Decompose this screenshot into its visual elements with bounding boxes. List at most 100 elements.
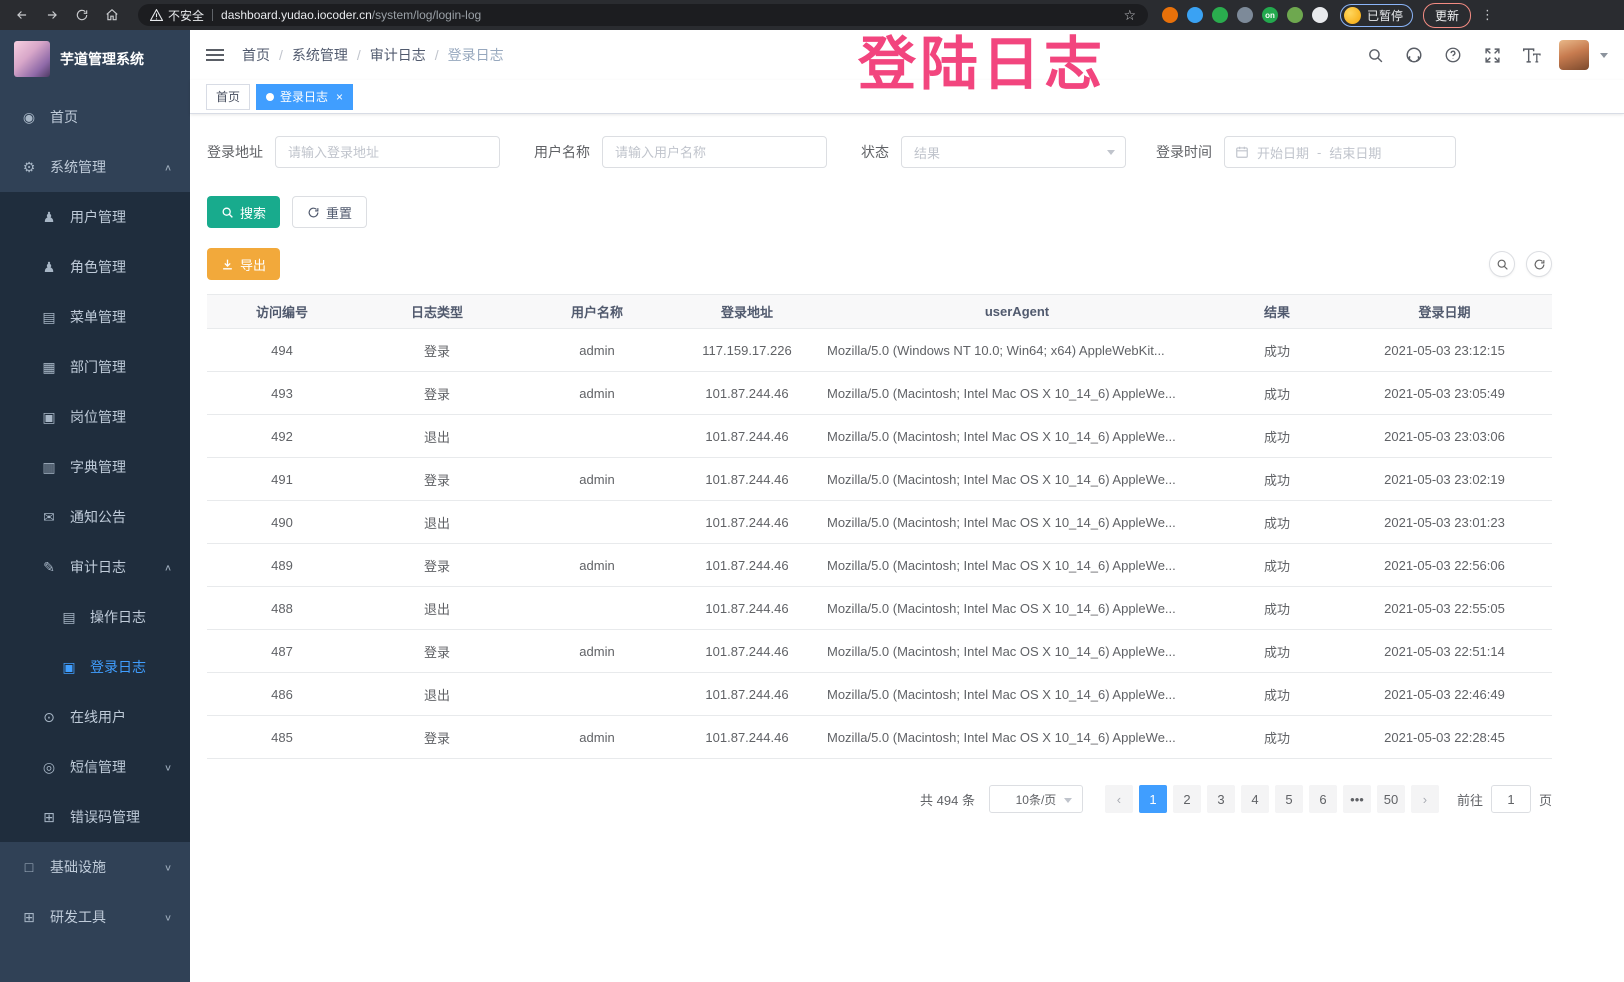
app-logo-row[interactable]: 芋道管理系统 <box>0 30 190 88</box>
table-cell <box>517 501 677 544</box>
table-cell: 成功 <box>1217 458 1337 501</box>
forward-icon[interactable] <box>40 3 64 27</box>
table-cell: 101.87.244.46 <box>677 587 817 630</box>
page-number-button[interactable]: 1 <box>1139 785 1167 813</box>
sidebar-item[interactable]: ◉ 首页 <box>0 92 190 142</box>
extension-icon[interactable] <box>1162 7 1178 23</box>
page-number-button[interactable]: ••• <box>1343 785 1371 813</box>
sidebar-item[interactable]: ✉ 通知公告 <box>0 492 190 542</box>
bookmark-star-icon[interactable]: ☆ <box>1123 7 1136 24</box>
chevron-icon: ∧ <box>164 162 172 172</box>
tab[interactable]: 登录日志 × <box>256 84 353 110</box>
search-toggle-button[interactable] <box>1489 251 1515 277</box>
extension-icon[interactable] <box>1312 7 1328 23</box>
browser-menu-dots-icon[interactable]: ⋮ <box>1481 7 1494 23</box>
search-icon[interactable] <box>1364 44 1386 66</box>
menu-item-icon: ▥ <box>40 459 58 476</box>
help-icon[interactable] <box>1442 44 1464 66</box>
sidebar-item[interactable]: ⚙ 系统管理 ∧ <box>0 142 190 192</box>
sidebar-item[interactable]: ▥ 字典管理 <box>0 442 190 492</box>
sidebar-item[interactable]: ⊞ 错误码管理 <box>0 792 190 842</box>
back-icon[interactable] <box>10 3 34 27</box>
chevron-icon: ∧ <box>164 562 172 572</box>
sidebar-item[interactable]: ▣ 登录日志 <box>0 642 190 692</box>
security-label: 不安全 <box>168 7 204 24</box>
table-cell: admin <box>517 716 677 759</box>
security-warning[interactable]: 不安全 <box>150 7 204 24</box>
goto-page-input[interactable] <box>1491 785 1531 813</box>
next-page-button[interactable]: › <box>1411 785 1439 813</box>
login-time-label: 登录时间 <box>1156 142 1212 162</box>
font-size-icon[interactable] <box>1520 44 1542 66</box>
search-button[interactable]: 搜索 <box>207 196 280 228</box>
extension-icon[interactable] <box>1237 7 1253 23</box>
table-header-row: 访问编号日志类型用户名称登录地址userAgent结果登录日期 <box>207 295 1552 329</box>
refresh-button[interactable] <box>1526 251 1552 277</box>
table-row: 493登录admin101.87.244.46Mozilla/5.0 (Maci… <box>207 372 1552 415</box>
extension-icon[interactable]: on <box>1262 7 1278 23</box>
home-icon[interactable] <box>100 3 124 27</box>
table-cell: 成功 <box>1217 587 1337 630</box>
sidebar-item[interactable]: ▣ 岗位管理 <box>0 392 190 442</box>
sidebar-item[interactable]: ▦ 部门管理 <box>0 342 190 392</box>
github-icon[interactable] <box>1403 44 1425 66</box>
table-row: 486退出101.87.244.46Mozilla/5.0 (Macintosh… <box>207 673 1552 716</box>
table-body: 494登录admin117.159.17.226Mozilla/5.0 (Win… <box>207 329 1552 759</box>
table-row: 488退出101.87.244.46Mozilla/5.0 (Macintosh… <box>207 587 1552 630</box>
fullscreen-icon[interactable] <box>1481 44 1503 66</box>
browser-update-button[interactable]: 更新 <box>1423 3 1471 28</box>
sidebar-item[interactable]: ♟ 用户管理 <box>0 192 190 242</box>
table-cell: 成功 <box>1217 544 1337 587</box>
menu-item-label: 系统管理 <box>50 157 106 177</box>
extension-icon[interactable] <box>1287 7 1303 23</box>
sidebar-item[interactable]: ✎ 审计日志 ∧ <box>0 542 190 592</box>
page-number-button[interactable]: 4 <box>1241 785 1269 813</box>
reload-icon[interactable] <box>70 3 94 27</box>
address-bar[interactable]: 不安全 dashboard.yudao.iocoder.cn/system/lo… <box>138 4 1148 26</box>
extension-icon[interactable] <box>1187 7 1203 23</box>
user-avatar[interactable] <box>1559 40 1589 70</box>
sidebar-item[interactable]: □ 基础设施 ∨ <box>0 842 190 892</box>
table-cell: 492 <box>207 415 357 458</box>
page-number-button[interactable]: 3 <box>1207 785 1235 813</box>
reset-button[interactable]: 重置 <box>292 196 367 228</box>
prev-page-button[interactable]: ‹ <box>1105 785 1133 813</box>
hamburger-icon[interactable] <box>206 49 224 61</box>
breadcrumb-item[interactable]: 首页 <box>242 45 270 65</box>
menu-item-label: 部门管理 <box>70 357 126 377</box>
table-cell: 成功 <box>1217 372 1337 415</box>
page-number-button[interactable]: 6 <box>1309 785 1337 813</box>
sidebar-item[interactable]: ♟ 角色管理 <box>0 242 190 292</box>
sidebar-item[interactable]: ⊙ 在线用户 <box>0 692 190 742</box>
date-range-picker[interactable]: 开始日期 - 结束日期 <box>1224 136 1456 168</box>
table-cell: 登录 <box>357 716 517 759</box>
table-row: 494登录admin117.159.17.226Mozilla/5.0 (Win… <box>207 329 1552 372</box>
table-row: 490退出101.87.244.46Mozilla/5.0 (Macintosh… <box>207 501 1552 544</box>
table-row: 491登录admin101.87.244.46Mozilla/5.0 (Maci… <box>207 458 1552 501</box>
menu-item-icon: ▣ <box>40 409 58 426</box>
page-size-select[interactable]: 10条/页 <box>989 785 1083 813</box>
status-select[interactable]: 结果 <box>901 136 1126 168</box>
app-logo <box>14 41 50 77</box>
sidebar-item[interactable]: ▤ 操作日志 <box>0 592 190 642</box>
export-button[interactable]: 导出 <box>207 248 280 280</box>
menu-item-icon: ▣ <box>60 659 78 676</box>
browser-profile-badge[interactable]: 已暂停 <box>1340 4 1413 27</box>
username-input[interactable] <box>602 136 827 168</box>
breadcrumb-item[interactable]: 审计日志 <box>348 45 426 65</box>
login-address-input[interactable] <box>275 136 500 168</box>
tab-close-icon[interactable]: × <box>336 90 343 104</box>
sidebar-item[interactable]: ◎ 短信管理 ∨ <box>0 742 190 792</box>
tab[interactable]: 首页 <box>206 84 250 110</box>
sidebar-item[interactable]: ⊞ 研发工具 ∨ <box>0 892 190 942</box>
page-number-button[interactable]: 5 <box>1275 785 1303 813</box>
avatar-caret-icon[interactable] <box>1600 53 1608 58</box>
extension-icon[interactable] <box>1212 7 1228 23</box>
breadcrumb-item[interactable]: 登录日志 <box>426 45 504 65</box>
page-number-button[interactable]: 50 <box>1377 785 1405 813</box>
table-cell: 登录 <box>357 372 517 415</box>
table-cell: 485 <box>207 716 357 759</box>
page-number-button[interactable]: 2 <box>1173 785 1201 813</box>
breadcrumb-item[interactable]: 系统管理 <box>270 45 348 65</box>
sidebar-item[interactable]: ▤ 菜单管理 <box>0 292 190 342</box>
